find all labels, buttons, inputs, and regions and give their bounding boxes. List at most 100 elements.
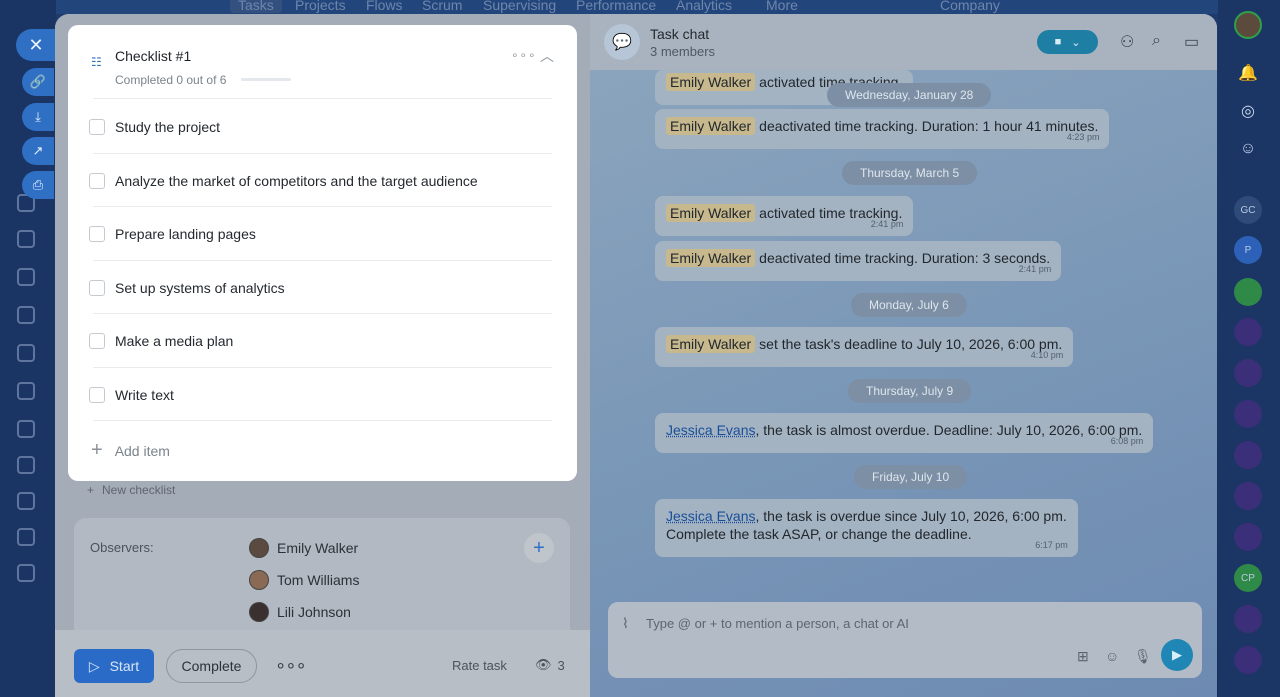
chat-avatar[interactable] (1234, 523, 1262, 551)
copilot-icon[interactable]: ◎ (1237, 100, 1259, 122)
print-button[interactable]: ⎙ (22, 171, 54, 199)
menu-scrum[interactable]: Scrum (422, 0, 462, 13)
checklist-item[interactable]: Study the project (89, 100, 549, 153)
rate-task-button[interactable]: Rate task (452, 658, 507, 673)
message-author[interactable]: Emily Walker (666, 73, 756, 91)
notifications-icon[interactable]: 🔔 (1237, 62, 1259, 84)
menu-projects[interactable]: Projects (295, 0, 346, 13)
chat-avatar[interactable] (1234, 605, 1262, 633)
new-checklist-button[interactable]: + New checklist (87, 483, 175, 497)
search-icon[interactable]: ⌕ (1152, 32, 1161, 50)
item-checkbox[interactable] (89, 225, 105, 242)
nav-icon[interactable] (17, 230, 35, 248)
chat-avatar[interactable] (1234, 482, 1262, 510)
item-label[interactable]: Write text (115, 387, 174, 403)
observer-item[interactable]: Tom Williams (249, 570, 359, 590)
chevron-up-icon[interactable]: ︿ (540, 46, 554, 66)
message-time: 4:23 pm (1066, 132, 1100, 142)
menu-performance[interactable]: Performance (576, 0, 656, 13)
complete-button[interactable]: Complete (166, 649, 257, 683)
message-time: 6:08 pm (1110, 436, 1144, 446)
close-icon: ✕ (28, 34, 44, 55)
chat-avatar[interactable] (1234, 400, 1262, 428)
copy-link-button[interactable]: 🔗 (22, 68, 54, 96)
checklist-title[interactable]: Checklist #1 (115, 48, 191, 64)
item-checkbox[interactable] (89, 332, 105, 349)
nav-icon[interactable] (17, 382, 35, 400)
chat-avatar[interactable] (1234, 318, 1262, 346)
nav-icon[interactable] (17, 268, 35, 286)
nav-icon[interactable] (17, 456, 35, 474)
chat-avatar[interactable] (1234, 441, 1262, 469)
item-label[interactable]: Set up systems of analytics (115, 280, 285, 296)
menu-more[interactable]: More (766, 0, 798, 13)
chat-avatar[interactable] (1234, 278, 1262, 306)
message-composer[interactable]: ⌇ Type @ or + to mention a person, a cha… (608, 602, 1202, 678)
item-label[interactable]: Make a media plan (115, 333, 233, 349)
nav-icon[interactable] (17, 344, 35, 362)
add-item-button[interactable]: + Add item (91, 439, 170, 462)
checklist-item[interactable]: Write text (89, 368, 549, 421)
mention-link[interactable]: Jessica Evans (666, 508, 755, 524)
start-button[interactable]: ▷ Start (74, 649, 154, 683)
company-search[interactable]: Company (940, 0, 1000, 13)
menu-flows[interactable]: Flows (366, 0, 403, 13)
add-observer-button[interactable]: + (524, 533, 554, 563)
open-new-window-button[interactable]: ↗ (22, 137, 54, 165)
chat-avatar-gc[interactable]: GC (1234, 196, 1262, 224)
message-text: deactivated time tracking. Duration: 3 s… (759, 250, 1051, 266)
sidebar-toggle-icon[interactable]: ▭ (1184, 32, 1199, 52)
item-label[interactable]: Study the project (115, 119, 220, 135)
emoji-icon[interactable]: ☺ (1105, 648, 1119, 664)
chat-members[interactable]: 3 members (650, 44, 715, 59)
send-button[interactable]: ▶ (1161, 639, 1193, 671)
message-text: deactivated time tracking. Duration: 1 h… (759, 118, 1099, 134)
checklist-item[interactable]: Analyze the market of competitors and th… (89, 154, 549, 207)
nav-icon[interactable] (17, 528, 35, 546)
item-checkbox[interactable] (89, 118, 105, 135)
views-count: 3 (557, 657, 565, 673)
message-author[interactable]: Emily Walker (666, 335, 756, 353)
nav-icon[interactable] (17, 420, 35, 438)
menu-supervising[interactable]: Supervising (483, 0, 556, 13)
item-label[interactable]: Analyze the market of competitors and th… (115, 173, 478, 189)
download-button[interactable]: ⤓ (22, 103, 54, 131)
item-checkbox[interactable] (89, 279, 105, 296)
item-checkbox[interactable] (89, 172, 105, 189)
nav-icon[interactable] (17, 564, 35, 582)
add-user-icon[interactable]: ⚇ (1120, 32, 1134, 52)
menu-analytics[interactable]: Analytics (676, 0, 732, 13)
checklist-item[interactable]: Make a media plan (89, 314, 549, 367)
composer-placeholder[interactable]: Type @ or + to mention a person, a chat … (646, 616, 909, 631)
item-label[interactable]: Prepare landing pages (115, 226, 256, 242)
checklist-item[interactable]: Prepare landing pages (89, 207, 549, 260)
microphone-icon[interactable]: 🎙 (1134, 648, 1152, 665)
menu-tasks[interactable]: Tasks (230, 0, 282, 13)
observer-name: Tom Williams (277, 572, 360, 588)
checklist-item[interactable]: Set up systems of analytics (89, 261, 549, 314)
chat-avatar[interactable] (1234, 646, 1262, 674)
checklist-popup: ☷ Checklist #1 ∘∘∘ ︿ Completed 0 out of … (68, 25, 577, 481)
nav-icon[interactable] (17, 306, 35, 324)
chat-avatar-cp[interactable]: CP (1234, 564, 1262, 592)
more-icon[interactable]: ∘∘∘ (275, 655, 307, 676)
user-avatar[interactable] (1234, 11, 1262, 39)
mention-link[interactable]: Jessica Evans (666, 422, 755, 438)
observer-item[interactable]: Lili Johnson (249, 602, 351, 622)
video-call-button[interactable]: ■ ⌄ (1037, 30, 1098, 54)
message-author[interactable]: Emily Walker (666, 249, 756, 267)
chat-support-icon[interactable]: ☺ (1237, 138, 1259, 160)
apps-grid-icon[interactable]: ⊞ (1077, 648, 1089, 665)
item-checkbox[interactable] (89, 386, 105, 403)
message-author[interactable]: Emily Walker (666, 117, 756, 135)
observer-item[interactable]: Emily Walker (249, 538, 358, 558)
close-slider-button[interactable]: ✕ (16, 29, 56, 61)
top-menu-bar: Tasks Projects Flows Scrum Supervising P… (0, 0, 1280, 14)
chat-avatar[interactable] (1234, 359, 1262, 387)
chat-avatar-p[interactable]: P (1234, 236, 1262, 264)
nav-icon[interactable] (17, 492, 35, 510)
message-author[interactable]: Emily Walker (666, 204, 756, 222)
link-icon: 🔗 (29, 74, 47, 89)
paperclip-icon[interactable]: ⌇ (622, 615, 629, 632)
more-icon[interactable]: ∘∘∘ (511, 48, 537, 62)
